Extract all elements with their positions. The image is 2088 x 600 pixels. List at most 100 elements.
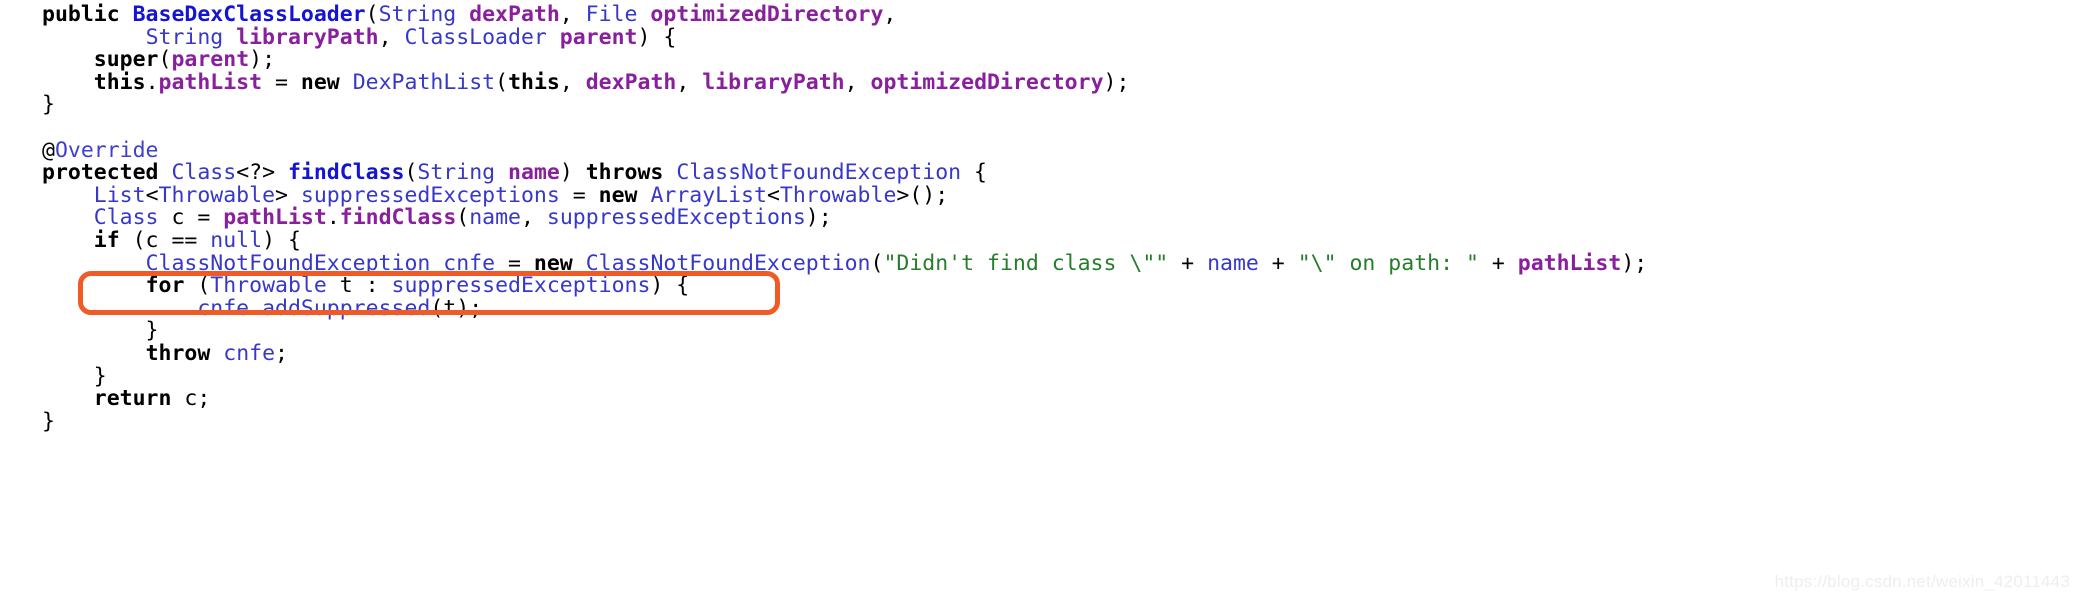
code-token-field: libraryPath xyxy=(702,69,845,95)
code-token-punct: ) { xyxy=(262,227,301,253)
code-token-punct xyxy=(340,70,353,95)
code-token-field: pathList xyxy=(1517,250,1622,276)
code-token-punct: <?> xyxy=(236,160,288,186)
java-code-block[interactable]: public BaseDexClassLoader(String dexPath… xyxy=(0,2,2088,434)
code-token-string: "\" on path: " xyxy=(1297,250,1479,276)
code-token-keyword: new xyxy=(533,250,573,276)
code-line: String libraryPath, ClassLoader parent) … xyxy=(42,24,2088,50)
code-token-keyword: throw xyxy=(145,340,211,366)
code-token-ident: cnfe xyxy=(197,295,250,321)
code-token-keyword: for xyxy=(145,273,185,299)
code-token-punct: = xyxy=(559,182,599,208)
code-token-ident: suppressedExceptions xyxy=(546,205,806,231)
code-token-punct xyxy=(210,341,223,366)
code-token-punct xyxy=(637,183,650,208)
code-token-punct: . xyxy=(326,205,340,231)
code-token-punct: { xyxy=(961,160,987,186)
code-token-type: String xyxy=(417,160,509,186)
code-token-ident: addSuppressed xyxy=(262,295,431,321)
code-line: public BaseDexClassLoader(String dexPath… xyxy=(42,2,2088,27)
code-token-punct: ); xyxy=(1621,250,1648,276)
code-token-punct: ( xyxy=(365,2,379,27)
code-token-type: null xyxy=(210,227,263,253)
code-token-punct xyxy=(573,251,586,276)
code-token-field: optimizedDirectory xyxy=(870,69,1104,95)
code-token-punct: c; xyxy=(171,386,211,412)
code-screenshot: public BaseDexClassLoader(String dexPath… xyxy=(0,0,2088,600)
code-line: this.pathList = new DexPathList(this, de… xyxy=(42,69,2088,95)
code-token-punct: (c == xyxy=(119,227,211,253)
code-token-punct: ); xyxy=(1103,69,1130,95)
code-line: protected Class<?> findClass(String name… xyxy=(42,160,2088,186)
code-token-punct: ) xyxy=(559,160,586,186)
code-token-punct: ); xyxy=(249,47,276,73)
code-token-punct: + xyxy=(1478,250,1518,276)
code-token-punct: < xyxy=(145,182,159,208)
code-token-punct: ; xyxy=(275,340,288,366)
code-token-punct: , xyxy=(559,69,586,95)
code-token-type: File xyxy=(585,2,651,27)
code-line: Class c = pathList.findClass(name, suppr… xyxy=(42,207,2088,230)
code-token-punct: ) { xyxy=(650,273,690,299)
code-token-type: ClassNotFoundException xyxy=(145,250,431,276)
code-token-punct: , xyxy=(559,2,586,27)
code-line: throw cnfe; xyxy=(42,340,2088,366)
code-token-type: ClassNotFoundException xyxy=(676,160,962,186)
code-token-punct: + xyxy=(1168,250,1208,276)
code-token-field: dexPath xyxy=(585,69,677,95)
code-token-punct: , xyxy=(844,69,871,95)
code-token-keyword: this xyxy=(93,69,146,95)
code-line: } xyxy=(42,94,2088,117)
code-token-keyword: throws xyxy=(585,160,677,186)
code-token-type: String xyxy=(145,24,237,50)
code-line: List<Throwable> suppressedExceptions = n… xyxy=(42,182,2088,208)
code-token-punct: , xyxy=(378,24,405,50)
code-token-field: findClass xyxy=(339,205,457,231)
code-token-punct: ( xyxy=(158,47,172,73)
code-token-punct: ( xyxy=(495,69,509,95)
code-token-type: DexPathList xyxy=(352,69,496,95)
code-token-punct: ) { xyxy=(637,24,677,50)
code-token-type: String xyxy=(378,2,470,27)
code-token-ident: suppressedExceptions xyxy=(300,182,560,208)
code-token-type: ClassLoader xyxy=(404,24,560,50)
code-token-field: parent xyxy=(559,24,638,50)
code-token-punct: } xyxy=(42,363,107,389)
code-token-punct: >(); xyxy=(896,182,949,208)
code-line: return c; xyxy=(42,386,2088,412)
code-line: if (c == null) { xyxy=(42,227,2088,253)
code-token-punct: ( xyxy=(404,160,418,186)
code-token-punct: > xyxy=(275,182,301,208)
code-token-type: Throwable xyxy=(779,182,897,208)
code-token-field: libraryPath xyxy=(236,24,379,50)
code-token-ident: suppressedExceptions xyxy=(391,273,651,299)
code-token-punct: } xyxy=(42,92,55,118)
code-line: cnfe.addSuppressed(t); xyxy=(42,295,2088,321)
code-token-type: Class xyxy=(171,160,237,186)
code-token-punct: } xyxy=(42,408,55,434)
code-token-ident: name xyxy=(469,205,521,231)
code-token-field: pathList xyxy=(223,205,327,231)
code-token-type: Class xyxy=(93,205,159,231)
code-token-punct: + xyxy=(1258,250,1298,276)
code-token-punct: ); xyxy=(805,205,832,231)
watermark-text: https://blog.csdn.net/weixin_42011443 xyxy=(1774,572,2070,591)
code-token-punct: , xyxy=(521,205,547,231)
code-line: super(parent); xyxy=(42,47,2088,73)
code-line: @Override xyxy=(42,139,2088,163)
code-token-field: name xyxy=(508,160,560,186)
code-token-field: optimizedDirectory xyxy=(650,2,884,27)
code-token-type: List xyxy=(93,182,146,208)
code-token-punct: = xyxy=(262,69,301,95)
code-token-string: "Didn't find class \"" xyxy=(883,250,1169,276)
code-token-typeb: findClass xyxy=(287,160,405,186)
